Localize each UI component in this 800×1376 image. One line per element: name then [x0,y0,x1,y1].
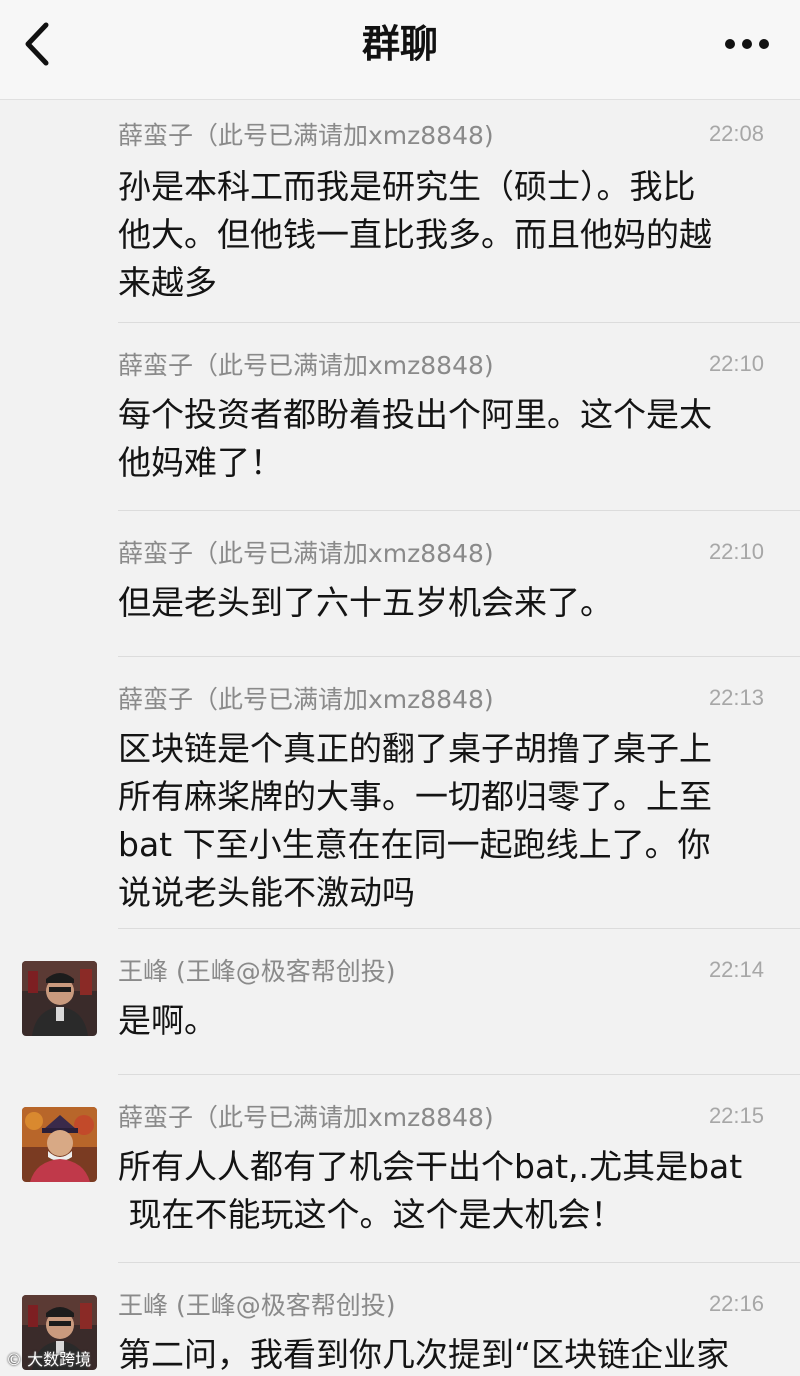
message-line: 说说老头能不激动吗 [118,873,415,912]
navbar: 群聊 [0,0,800,100]
message-time: 22:15 [708,1103,764,1128]
user-avatar-icon [22,1107,97,1182]
message-line: 来越多 [118,263,217,302]
message-text: 是啊。 [118,997,758,1045]
page-title: 群聊 [361,22,438,66]
chat-message: 王峰 (王峰@极客帮创投) 22:14 是啊。 [0,929,800,1075]
sender-name: 薛蛮子（此号已满请加xmz8848) [118,1103,494,1132]
more-dots-icon [725,39,769,49]
chat-message: 薛蛮子（此号已满请加xmz8848) 22:15 所有人人都有了机会干出个bat… [0,1075,800,1263]
message-line: 第二问，我看到你几次提到“区块链企业家 [118,1335,730,1374]
chat-message: 薛蛮子（此号已满请加xmz8848) 22:10 每个投资者都盼着投出个阿里。这… [0,323,800,511]
message-text: 所有人人都有了机会干出个bat,.尤其是bat 现在不能玩这个。这个是大机会！ [118,1143,758,1239]
sender-name: 王峰 (王峰@极客帮创投) [118,957,396,986]
message-line: 孙是本科工而我是研究生（硕士）。我比 [118,167,696,206]
watermark-icon: © [6,1350,22,1369]
chat-message-list[interactable]: 薛蛮子（此号已满请加xmz8848) 22:08 孙是本科工而我是研究生（硕士）… [0,101,800,1376]
message-time: 22:08 [708,121,764,146]
message-line: 区块链是个真正的翻了桌子胡撸了桌子上 [118,729,712,768]
message-line: 所有麻桨牌的大事。一切都归零了。上至 [118,777,712,816]
message-line: 但是老头到了六十五岁机会来了。 [118,583,613,622]
watermark: © 大数跨境 [6,1346,91,1370]
message-text: 孙是本科工而我是研究生（硕士）。我比 他大。但他钱一直比我多。而且他妈的越 来越… [118,163,758,307]
chat-message: 薛蛮子（此号已满请加xmz8848) 22:10 但是老头到了六十五岁机会来了。 [0,511,800,657]
message-text: 但是老头到了六十五岁机会来了。 [118,579,758,627]
watermark-text: 大数跨境 [27,1350,92,1369]
message-line: 他大。但他钱一直比我多。而且他妈的越 [118,215,712,254]
message-line: 现在不能玩这个。这个是大机会！ [118,1195,624,1234]
message-line: 所有人人都有了机会干出个bat,.尤其是bat [118,1147,743,1186]
sender-name: 薛蛮子（此号已满请加xmz8848) [118,685,494,714]
message-time: 22:13 [708,685,764,710]
message-line: 每个投资者都盼着投出个阿里。这个是太 [118,395,712,434]
chat-message: 薛蛮子（此号已满请加xmz8848) 22:08 孙是本科工而我是研究生（硕士）… [0,101,800,323]
chat-message: 王峰 (王峰@极客帮创投) 22:16 第二问，我看到你几次提到“区块链企业家 [0,1263,800,1376]
sender-name: 薛蛮子（此号已满请加xmz8848) [118,351,494,380]
message-text: 每个投资者都盼着投出个阿里。这个是太 他妈难了！ [118,391,758,487]
chat-message: 薛蛮子（此号已满请加xmz8848) 22:13 区块链是个真正的翻了桌子胡撸了… [0,657,800,929]
sender-name: 王峰 (王峰@极客帮创投) [118,1291,396,1320]
message-time: 22:14 [708,957,764,982]
message-line: 是啊。 [118,1001,217,1040]
avatar[interactable] [22,961,97,1036]
message-text: 区块链是个真正的翻了桌子胡撸了桌子上 所有麻桨牌的大事。一切都归零了。上至 ba… [118,725,758,917]
avatar[interactable] [22,1107,97,1182]
message-line: bat 下至小生意在在同一起跑线上了。你 [118,825,711,864]
sender-name: 薛蛮子（此号已满请加xmz8848) [118,121,494,150]
more-options-button[interactable] [720,24,774,64]
user-avatar-icon [22,961,97,1036]
sender-name: 薛蛮子（此号已满请加xmz8848) [118,539,494,568]
message-time: 22:16 [708,1291,764,1316]
message-time: 22:10 [708,351,764,376]
message-line: 他妈难了！ [118,443,283,482]
message-time: 22:10 [708,539,764,564]
message-text: 第二问，我看到你几次提到“区块链企业家 [118,1331,798,1376]
